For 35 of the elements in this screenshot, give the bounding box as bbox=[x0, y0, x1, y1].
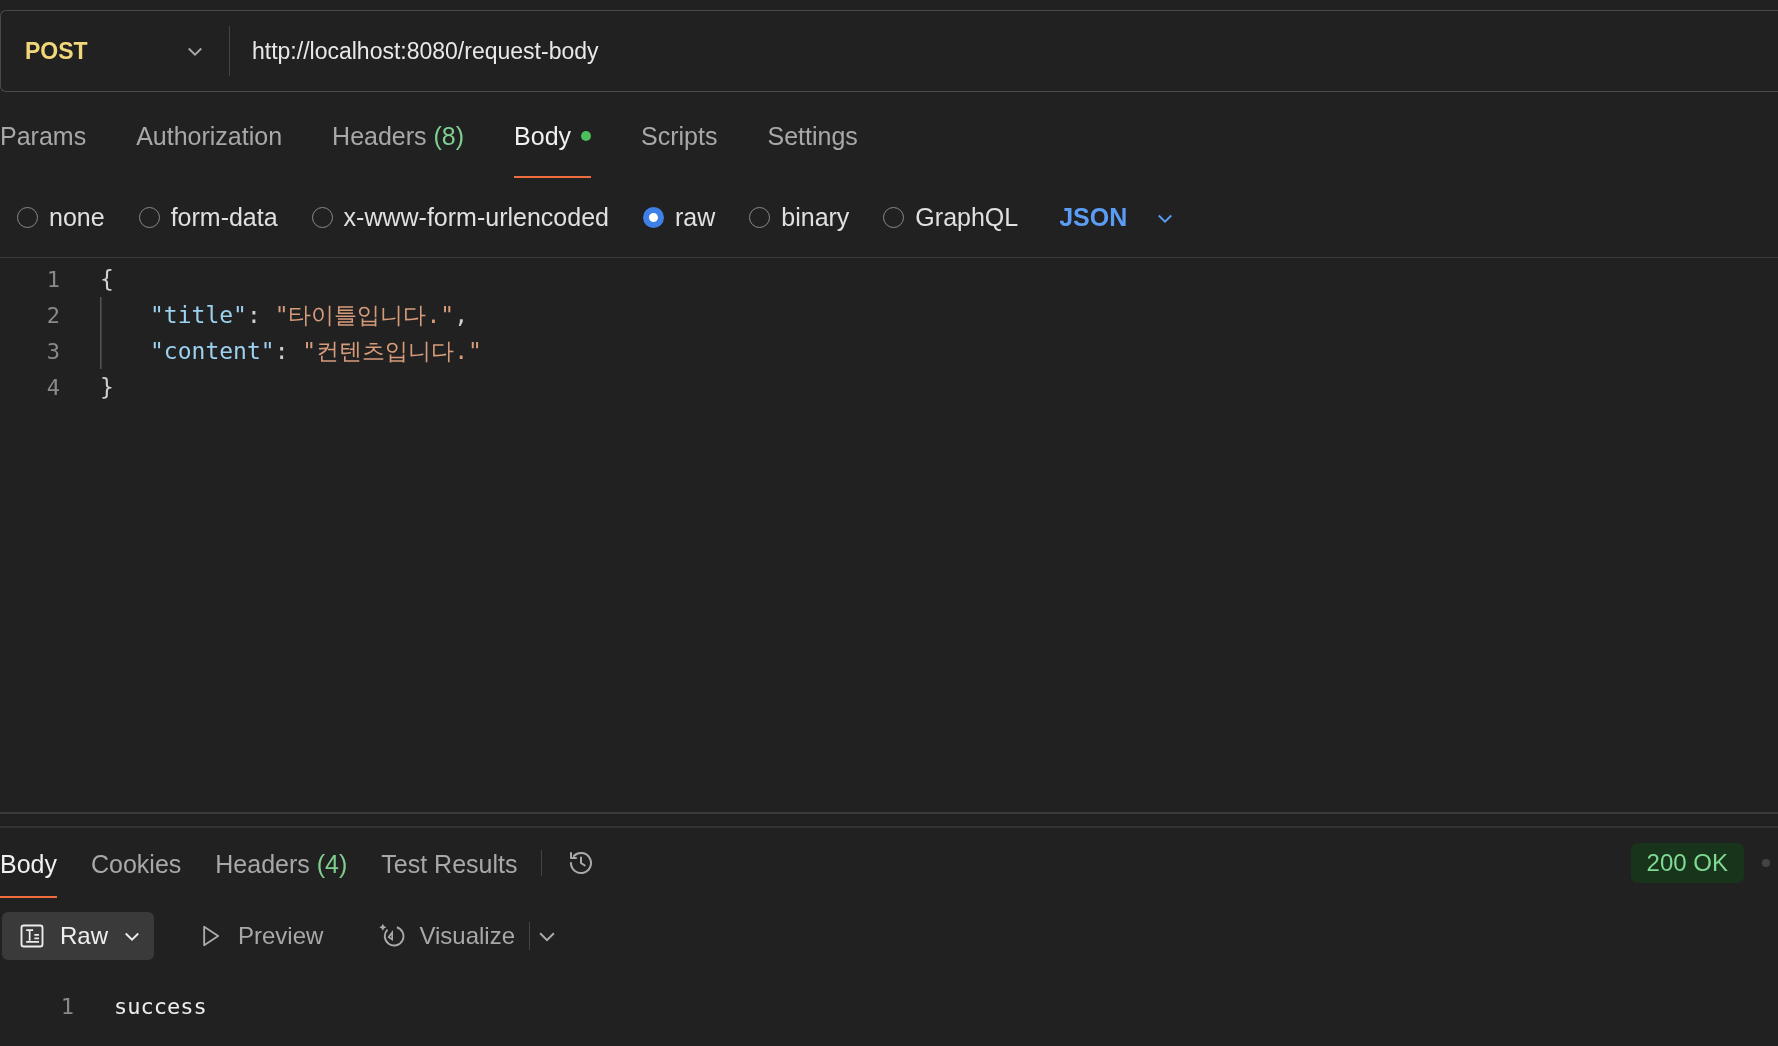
code-editor[interactable]: 1 { 2 "title": "타이틀입니다.", 3 "content": "컨텐츠입니다." 4 } bbox=[0, 258, 1778, 812]
format-dropdown[interactable]: JSON bbox=[1059, 203, 1176, 232]
radio-option[interactable]: none bbox=[17, 203, 105, 232]
view-mode-button[interactable]: Raw bbox=[2, 912, 154, 960]
url-field[interactable]: http://localhost:8080/request-body bbox=[252, 26, 1778, 76]
view-mode-button[interactable]: Preview bbox=[180, 912, 336, 960]
line-number: 1 bbox=[45, 266, 60, 292]
tab[interactable]: Headers (8) bbox=[332, 92, 465, 178]
code-line: } bbox=[100, 373, 114, 402]
tab[interactable]: Scripts bbox=[641, 92, 718, 178]
radio-option[interactable]: raw bbox=[642, 203, 716, 232]
line-number: 1 bbox=[59, 993, 74, 1019]
line-number: 4 bbox=[45, 374, 60, 400]
view-mode-button[interactable]: Visualize bbox=[361, 912, 527, 960]
method-dropdown[interactable]: POST bbox=[1, 26, 217, 76]
response-line: success bbox=[114, 992, 207, 1021]
tab[interactable]: Body bbox=[0, 828, 57, 898]
line-number: 2 bbox=[45, 302, 60, 328]
status-badge: 200 OK bbox=[1630, 843, 1744, 883]
tab[interactable]: Cookies bbox=[91, 828, 182, 898]
tab[interactable]: Test Results bbox=[381, 828, 518, 898]
code-line: { bbox=[100, 265, 114, 294]
line-number: 3 bbox=[45, 338, 60, 364]
tab[interactable]: Params bbox=[0, 92, 87, 178]
tab[interactable]: Authorization bbox=[136, 92, 283, 178]
tab[interactable]: Headers (4) bbox=[215, 828, 348, 898]
radio-option[interactable]: x-www-form-urlencoded bbox=[311, 203, 609, 232]
radio-option[interactable]: binary bbox=[749, 203, 850, 232]
radio-option[interactable]: form-data bbox=[138, 203, 278, 232]
radio-option[interactable]: GraphQL bbox=[883, 203, 1019, 232]
document-icon bbox=[18, 922, 46, 950]
radio-button[interactable] bbox=[642, 207, 664, 228]
status-dot bbox=[1762, 859, 1770, 867]
tab[interactable]: Settings bbox=[767, 92, 858, 178]
tab[interactable]: Body bbox=[514, 92, 592, 178]
